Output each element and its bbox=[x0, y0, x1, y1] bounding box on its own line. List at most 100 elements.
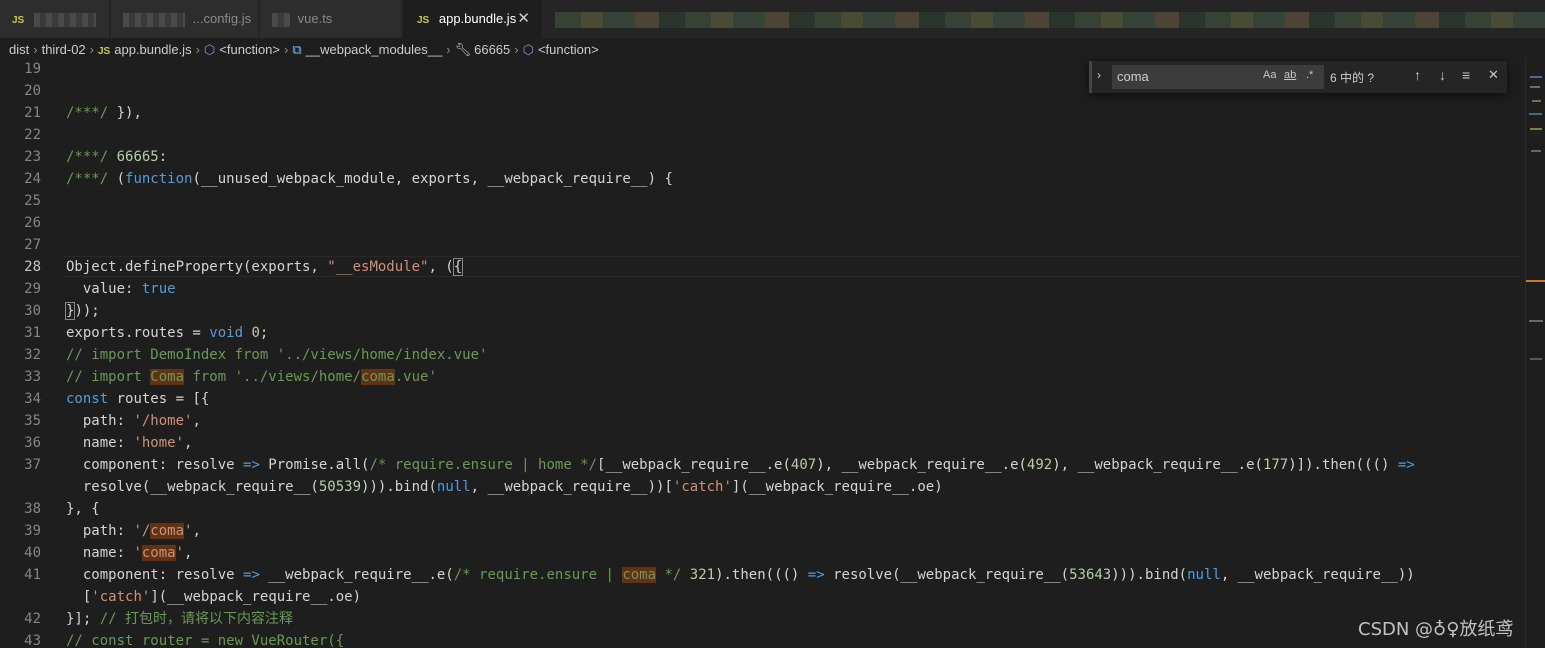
code-token: '/ bbox=[133, 523, 151, 539]
breadcrumb-item-module-id[interactable]: 66665 bbox=[474, 42, 510, 57]
code-token: from '../views/home/ bbox=[184, 369, 362, 385]
code-line[interactable]: resolve(__webpack_require__(50539))).bin… bbox=[0, 476, 1525, 498]
code-line[interactable]: 29 value: true bbox=[0, 278, 1525, 300]
code-token: : bbox=[158, 149, 168, 165]
code-line[interactable]: 21 /***/ }), bbox=[0, 102, 1525, 124]
code-line[interactable]: 32 // import DemoIndex from '../views/hom… bbox=[0, 344, 1525, 366]
tab-label: vue.ts bbox=[297, 11, 333, 26]
minimap-marker bbox=[1530, 128, 1542, 130]
code-text: component: resolve => __webpack_require_… bbox=[66, 564, 1415, 586]
code-token: }), bbox=[108, 105, 142, 121]
code-text: // const router = new VueRouter({ bbox=[66, 630, 344, 648]
code-token: => bbox=[243, 567, 260, 583]
code-token: , __webpack_require__))[ bbox=[470, 479, 673, 495]
minimap-marker bbox=[1531, 150, 1541, 152]
code-token: ](__webpack_require__.oe) bbox=[731, 479, 943, 495]
code-line[interactable]: ['catch'](__webpack_require__.oe) bbox=[0, 586, 1525, 608]
breadcrumb-item-function[interactable]: <function> bbox=[219, 42, 280, 57]
line-number: 35 bbox=[24, 413, 41, 429]
tab-blurred-1[interactable]: JS bbox=[0, 0, 110, 38]
code-text: }, { bbox=[66, 498, 100, 520]
line-number: 33 bbox=[24, 369, 41, 385]
code-line[interactable]: 35 path: '/home', bbox=[0, 410, 1525, 432]
code-line[interactable]: 26 bbox=[0, 212, 1525, 234]
code-token: '/home' bbox=[133, 413, 193, 429]
code-token: void bbox=[209, 325, 244, 341]
code-token: ](__webpack_require__.oe) bbox=[150, 589, 362, 605]
line-number: 27 bbox=[24, 237, 41, 253]
code-line[interactable]: 28 Object.defineProperty(exports, "__esMo… bbox=[0, 256, 1525, 278]
code-token: coma bbox=[622, 567, 657, 583]
close-find-icon[interactable]: ✕ bbox=[1488, 67, 1499, 83]
code-text: path: '/coma', bbox=[66, 520, 201, 542]
breadcrumb-item-inner-function[interactable]: <function> bbox=[538, 42, 599, 57]
line-number: 28 bbox=[24, 259, 41, 275]
vertical-scrollbar[interactable] bbox=[1525, 58, 1545, 648]
code-text: /***/ 66665: bbox=[66, 146, 167, 168]
code-text: path: '/home', bbox=[66, 410, 201, 432]
breadcrumb-item-modules[interactable]: __webpack_modules__ bbox=[306, 42, 443, 57]
code-line[interactable]: 42}]; // 打包时，请将以下内容注释 bbox=[0, 608, 1525, 630]
code-line[interactable]: 43 // const router = new VueRouter({ bbox=[0, 630, 1525, 648]
code-line[interactable]: 36 name: 'home', bbox=[0, 432, 1525, 454]
code-line[interactable]: 27 bbox=[0, 234, 1525, 256]
chevron-right-icon: › bbox=[33, 42, 38, 57]
code-line[interactable]: 37 component: resolve => Promise.all(/* … bbox=[0, 454, 1525, 476]
code-line[interactable]: 33 // import Coma from '../views/home/com… bbox=[0, 366, 1525, 388]
code-token: ))).bind( bbox=[361, 479, 437, 495]
tab-app-bundle[interactable]: JS app.bundle.js ✕ bbox=[403, 0, 543, 38]
code-token: true bbox=[141, 281, 176, 297]
previous-match-icon[interactable]: ↑ bbox=[1414, 67, 1421, 83]
code-text: Object.defineProperty(exports, "__esModu… bbox=[66, 256, 464, 278]
code-token: null bbox=[1187, 567, 1221, 583]
line-number: 39 bbox=[24, 523, 41, 539]
tab-config[interactable]: ...config.js bbox=[111, 0, 259, 38]
code-text: resolve(__webpack_require__(50539))).bin… bbox=[66, 476, 943, 498]
code-line[interactable]: 25 bbox=[0, 190, 1525, 212]
code-token: component: resolve bbox=[66, 567, 244, 583]
find-in-selection-icon[interactable]: ≡ bbox=[1462, 67, 1470, 83]
close-icon[interactable]: ✕ bbox=[517, 0, 530, 38]
code-line[interactable]: 22 bbox=[0, 124, 1525, 146]
line-number: 19 bbox=[24, 61, 41, 77]
code-line[interactable]: 38}, { bbox=[0, 498, 1525, 520]
find-widget: › coma Aa ab .* 6 中的 ? ↑ ↓ ≡ ✕ bbox=[1089, 61, 1507, 93]
breadcrumb-item-folder[interactable]: third-02 bbox=[42, 42, 86, 57]
code-token: ( bbox=[108, 171, 126, 187]
code-line[interactable]: 41 component: resolve => __webpack_requi… bbox=[0, 564, 1525, 586]
next-match-icon[interactable]: ↓ bbox=[1439, 67, 1446, 83]
code-token: ; bbox=[259, 325, 269, 341]
code-line[interactable]: 30})); bbox=[0, 300, 1525, 322]
line-number: 26 bbox=[24, 215, 41, 231]
code-line[interactable]: 31 exports.routes = void 0; bbox=[0, 322, 1525, 344]
code-token: const bbox=[66, 391, 109, 407]
code-token: => bbox=[1397, 457, 1415, 473]
regex-icon[interactable]: .* bbox=[1306, 69, 1313, 81]
line-number: 40 bbox=[24, 545, 41, 561]
code-line[interactable]: 24 /***/ (function(__unused_webpack_modul… bbox=[0, 168, 1525, 190]
breadcrumb-item-file[interactable]: app.bundle.js bbox=[114, 42, 191, 57]
code-line[interactable]: 34 const routes = [{ bbox=[0, 388, 1525, 410]
line-number: 20 bbox=[24, 83, 41, 99]
code-token: )); bbox=[74, 303, 100, 319]
code-line[interactable]: 39 path: '/coma', bbox=[0, 520, 1525, 542]
code-line[interactable]: 23 /***/ 66665: bbox=[0, 146, 1525, 168]
code-token: ).then((() bbox=[715, 567, 808, 583]
whole-word-icon[interactable]: ab bbox=[1284, 69, 1296, 81]
code-token: , bbox=[192, 413, 201, 429]
code-editor[interactable]: 19 20 21 /***/ }), 22 23 /***/ 66665: 24 /***/ (… bbox=[0, 58, 1525, 648]
code-token: [__webpack_require__.e( bbox=[597, 457, 791, 473]
code-line[interactable]: 40 name: 'coma', bbox=[0, 542, 1525, 564]
code-token: "__esModule" bbox=[327, 259, 429, 275]
match-case-icon[interactable]: Aa bbox=[1263, 69, 1276, 81]
blurred-tabs bbox=[555, 12, 1545, 28]
code-text: // import Coma from '../views/home/coma.… bbox=[66, 366, 437, 388]
toggle-replace-icon[interactable]: › bbox=[1097, 68, 1101, 82]
variable-icon: ⧉ bbox=[292, 42, 302, 57]
minimap-marker bbox=[1529, 113, 1542, 115]
code-token: (__unused_webpack_module, exports, __web… bbox=[192, 171, 673, 187]
tab-vue[interactable]: vue.ts bbox=[260, 0, 402, 38]
breadcrumb-item-dist[interactable]: dist bbox=[9, 42, 29, 57]
code-text: /***/ }), bbox=[66, 102, 142, 124]
